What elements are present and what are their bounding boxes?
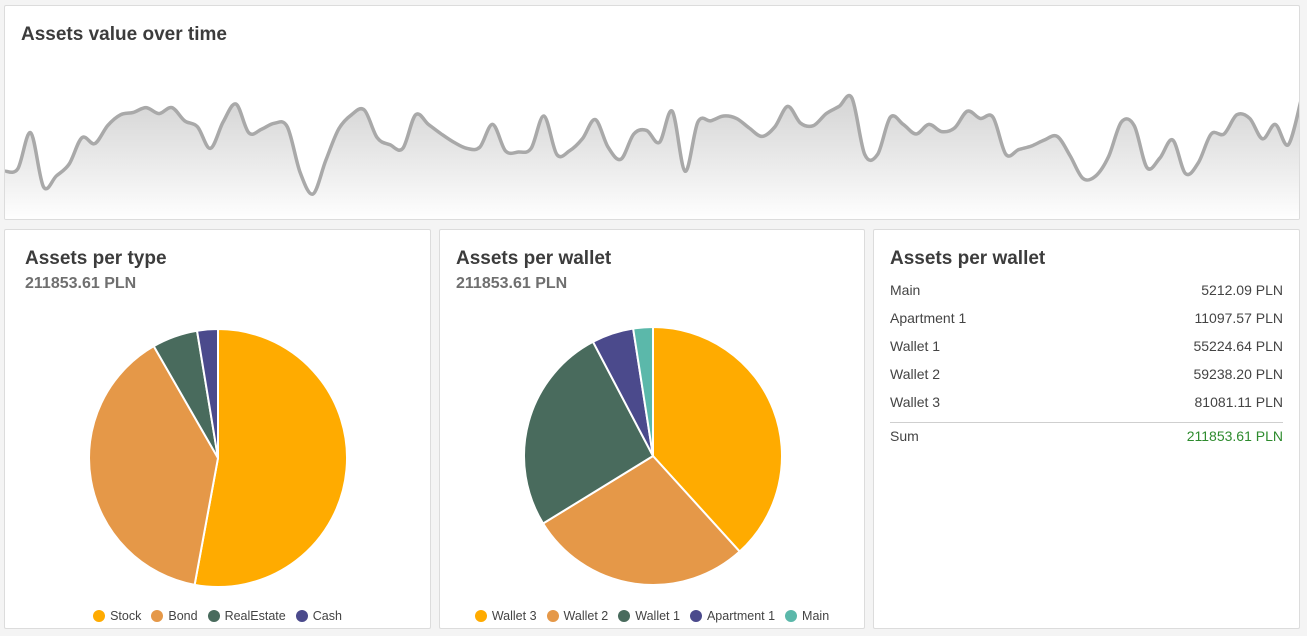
wallet-table-row: Wallet 1 55224.64 PLN [890, 332, 1283, 360]
wallet-name: Wallet 2 [890, 366, 941, 382]
legend-dot-icon [151, 610, 164, 622]
wallet-value: 81081.11 PLN [1194, 394, 1283, 410]
wallet-table-card: Assets per wallet Main 5212.09 PLN Apartme… [873, 229, 1300, 629]
wallet-table-row: Wallet 3 81081.11 PLN [890, 388, 1283, 416]
wallet-name: Main [890, 282, 921, 298]
wallet-table-sum-row: Sum 211853.61 PLN [890, 422, 1283, 449]
legend-dot-icon [546, 610, 559, 622]
legend-item-wallet-1[interactable]: Wallet 1 [618, 609, 680, 623]
legend-item-apartment-1[interactable]: Apartment 1 [689, 609, 776, 623]
sum-value: 211853.61 PLN [1186, 428, 1283, 444]
legend-dot-icon [295, 610, 308, 622]
legend-dot-icon [618, 610, 631, 622]
wallet-name: Wallet 1 [890, 338, 941, 354]
wallet-name: Apartment 1 [890, 310, 967, 326]
legend-item-wallet-2[interactable]: Wallet 2 [546, 609, 609, 623]
assets-per-wallet-card: Assets per wallet 211853.61 PLN Wallet 3… [439, 229, 865, 629]
wallet-table-row: Main 5212.09 PLN [890, 276, 1283, 304]
legend-label: Cash [312, 609, 342, 623]
wallet-table-row: Apartment 1 11097.57 PLN [890, 304, 1283, 332]
assets-timeline-card: Assets value over time [4, 5, 1300, 220]
legend-label: Apartment 1 [706, 609, 776, 623]
legend-item-cash[interactable]: Cash [295, 609, 342, 623]
assets-per-type-pie [88, 327, 348, 588]
wallet-table-row: Wallet 2 59238.20 PLN [890, 360, 1283, 388]
legend-item-main[interactable]: Main [785, 609, 829, 623]
wallet-table: Main 5212.09 PLN Apartment 1 11097.57 PLN Wa… [890, 276, 1283, 449]
legend-label: Main [802, 609, 830, 623]
legend-item-realestate[interactable]: RealEstate [207, 609, 286, 623]
assets-per-wallet-pie [523, 325, 783, 586]
legend-dot-icon [93, 610, 106, 622]
assets-per-type-card: Assets per type 211853.61 PLN Stock Bond R… [4, 229, 431, 629]
sum-label: Sum [890, 428, 919, 444]
wallet-legend: Wallet 3 Wallet 2 Wallet 1 Apartment 1 Main [440, 609, 864, 623]
table-card-title: Assets per wallet [890, 248, 1046, 269]
wallet-value: 59238.20 PLN [1193, 366, 1283, 382]
legend-dot-icon [207, 610, 220, 622]
timeline-area [5, 95, 1299, 219]
legend-item-wallet-3[interactable]: Wallet 3 [474, 609, 537, 623]
timeline-title: Assets value over time [21, 24, 227, 45]
legend-label: Bond [168, 609, 198, 623]
legend-dot-icon [474, 610, 487, 622]
legend-label: Wallet 1 [635, 609, 680, 623]
legend-dot-icon [689, 610, 702, 622]
type-legend: Stock Bond RealEstate Cash [5, 609, 430, 623]
legend-item-stock[interactable]: Stock [93, 609, 141, 623]
wallet-value: 55224.64 PLN [1193, 338, 1283, 354]
wallet-name: Wallet 3 [890, 394, 941, 410]
legend-label: Wallet 3 [491, 609, 537, 623]
legend-label: Wallet 2 [563, 609, 609, 623]
legend-item-bond[interactable]: Bond [151, 609, 198, 623]
legend-label: RealEstate [224, 609, 286, 623]
legend-dot-icon [785, 610, 798, 622]
legend-label: Stock [110, 609, 142, 623]
wallet-value: 5212.09 PLN [1201, 282, 1283, 298]
wallet-value: 11097.57 PLN [1194, 310, 1283, 326]
